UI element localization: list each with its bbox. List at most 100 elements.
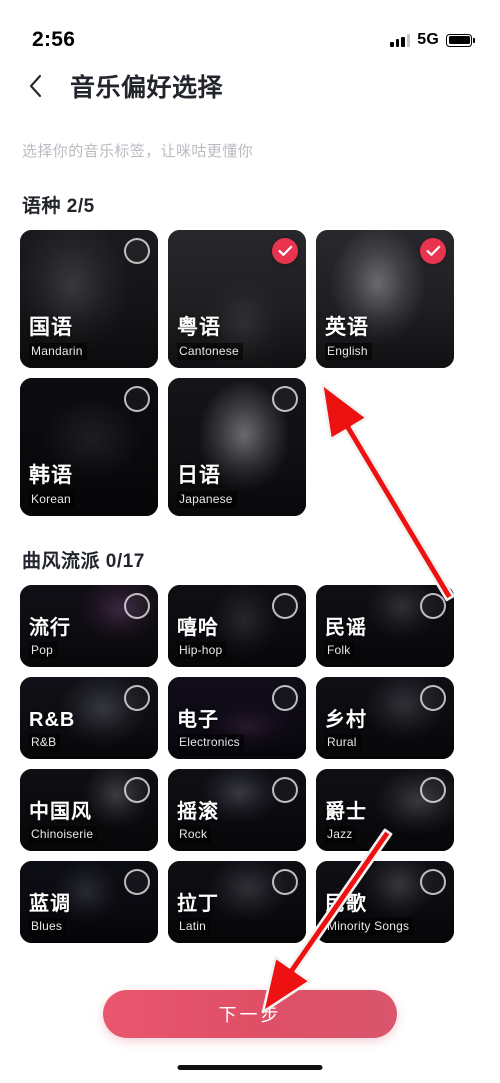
card-labels: 蓝调 Blues: [29, 893, 71, 935]
card-title-en: Korean: [29, 491, 75, 508]
card-title-en: Hip-hop: [177, 642, 227, 659]
genre-card[interactable]: 中国风 Chinoiserie: [20, 769, 158, 851]
signal-bars-icon: [390, 33, 411, 47]
card-title-cn: 中国风: [29, 800, 92, 823]
status-bar-indicators: 5G: [390, 31, 475, 49]
card-title-en: R&B: [29, 734, 61, 751]
status-bar-clock: 2:56: [32, 28, 76, 51]
section-title-language: 语种: [22, 196, 62, 217]
card-title-en: Electronics: [177, 734, 244, 751]
genre-card[interactable]: 嘻哈 Hip-hop: [168, 585, 306, 667]
check-circle-empty-icon[interactable]: [420, 685, 446, 711]
card-title-cn: 嘻哈: [177, 616, 219, 639]
card-labels: 民谣 Folk: [325, 617, 367, 659]
card-labels: 嘻哈 Hip-hop: [177, 616, 227, 659]
genre-card[interactable]: 民谣 Folk: [316, 585, 454, 667]
card-labels: 拉丁 Latin: [177, 893, 219, 935]
genre-card[interactable]: 流行 Pop: [20, 585, 158, 667]
card-title-en: Japanese: [177, 491, 237, 508]
card-title-en: Blues: [29, 918, 67, 935]
check-circle-empty-icon[interactable]: [272, 593, 298, 619]
card-title-cn: 民歌: [325, 892, 367, 915]
section-title-genre: 曲风流派: [22, 551, 101, 572]
card-title-en: English: [325, 343, 372, 360]
card-title-en: Chinoiserie: [29, 826, 98, 843]
check-circle-empty-icon[interactable]: [420, 593, 446, 619]
card-title-cn: 英语: [325, 316, 369, 340]
language-card[interactable]: 日语 Japanese: [168, 378, 306, 516]
check-circle-empty-icon[interactable]: [124, 386, 150, 412]
card-labels: 爵士 Jazz: [325, 801, 367, 843]
check-circle-empty-icon[interactable]: [124, 685, 150, 711]
card-labels: 韩语 Korean: [29, 464, 75, 508]
card-title-cn: 韩语: [29, 464, 73, 488]
section-heading-language: 语种 2/5: [22, 191, 500, 218]
card-title-cn: 拉丁: [177, 892, 219, 915]
card-title-cn: 乡村: [325, 708, 367, 731]
network-type-label: 5G: [417, 31, 439, 48]
card-title-en: Rock: [177, 826, 212, 843]
genre-card[interactable]: 蓝调 Blues: [20, 861, 158, 943]
check-circle-empty-icon[interactable]: [420, 777, 446, 803]
status-bar: 2:56 5G: [0, 0, 500, 62]
card-title-cn: 摇滚: [177, 800, 219, 823]
genre-card[interactable]: R&B R&B: [20, 677, 158, 759]
card-title-en: Minority Songs: [325, 918, 414, 935]
check-circle-empty-icon[interactable]: [272, 777, 298, 803]
genre-card[interactable]: 民歌 Minority Songs: [316, 861, 454, 943]
nav-bar: 音乐偏好选择: [0, 62, 500, 104]
card-labels: 日语 Japanese: [177, 464, 237, 508]
language-card[interactable]: 粤语 Cantonese: [168, 230, 306, 368]
card-title-en: Rural: [325, 734, 361, 751]
card-title-cn: 爵士: [325, 800, 367, 823]
check-circle-empty-icon[interactable]: [420, 869, 446, 895]
genre-card[interactable]: 爵士 Jazz: [316, 769, 454, 851]
card-labels: 粤语 Cantonese: [177, 316, 243, 360]
genre-card-grid: 流行 Pop 嘻哈 Hip-hop 民谣 Folk R&B R&B 电子 Electronics 乡…: [0, 585, 500, 943]
card-labels: R&B R&B: [29, 709, 75, 751]
card-title-cn: 国语: [29, 316, 73, 340]
card-labels: 英语 English: [325, 316, 372, 360]
card-title-cn: 流行: [29, 616, 71, 639]
card-title-cn: 粤语: [177, 316, 221, 340]
section-count-genre: 0/17: [105, 551, 145, 572]
card-title-en: Pop: [29, 642, 57, 659]
card-labels: 流行 Pop: [29, 617, 71, 659]
next-step-button[interactable]: 下一步: [103, 990, 397, 1038]
card-title-en: Mandarin: [29, 343, 87, 360]
card-labels: 国语 Mandarin: [29, 316, 87, 360]
card-title-cn: R&B: [29, 708, 76, 731]
battery-full-icon: [446, 33, 475, 47]
language-card[interactable]: 韩语 Korean: [20, 378, 158, 516]
check-circle-filled-icon[interactable]: [420, 238, 446, 264]
language-card[interactable]: 英语 English: [316, 230, 454, 368]
check-circle-empty-icon[interactable]: [272, 685, 298, 711]
card-title-cn: 日语: [177, 464, 221, 488]
check-circle-filled-icon[interactable]: [272, 238, 298, 264]
card-labels: 摇滚 Rock: [177, 801, 219, 843]
check-circle-empty-icon[interactable]: [124, 593, 150, 619]
card-title-en: Cantonese: [177, 343, 243, 360]
page-title: 音乐偏好选择: [70, 74, 224, 102]
genre-card[interactable]: 乡村 Rural: [316, 677, 454, 759]
check-circle-empty-icon[interactable]: [272, 386, 298, 412]
card-labels: 民歌 Minority Songs: [325, 892, 414, 935]
card-labels: 电子 Electronics: [177, 709, 244, 751]
genre-card[interactable]: 拉丁 Latin: [168, 861, 306, 943]
language-card[interactable]: 国语 Mandarin: [20, 230, 158, 368]
genre-card[interactable]: 电子 Electronics: [168, 677, 306, 759]
check-circle-empty-icon[interactable]: [124, 869, 150, 895]
genre-card[interactable]: 摇滚 Rock: [168, 769, 306, 851]
card-title-en: Folk: [325, 642, 355, 659]
check-circle-empty-icon[interactable]: [272, 869, 298, 895]
card-title-cn: 蓝调: [29, 892, 71, 915]
home-indicator: [177, 1065, 323, 1070]
page-subtitle: 选择你的音乐标签，让咪咕更懂你: [22, 143, 254, 160]
card-title-cn: 电子: [177, 708, 219, 731]
card-labels: 中国风 Chinoiserie: [29, 800, 98, 843]
card-labels: 乡村 Rural: [325, 709, 367, 751]
card-title-en: Jazz: [325, 826, 357, 843]
chevron-left-icon[interactable]: [22, 73, 48, 99]
check-circle-empty-icon[interactable]: [124, 238, 150, 264]
check-circle-empty-icon[interactable]: [124, 777, 150, 803]
